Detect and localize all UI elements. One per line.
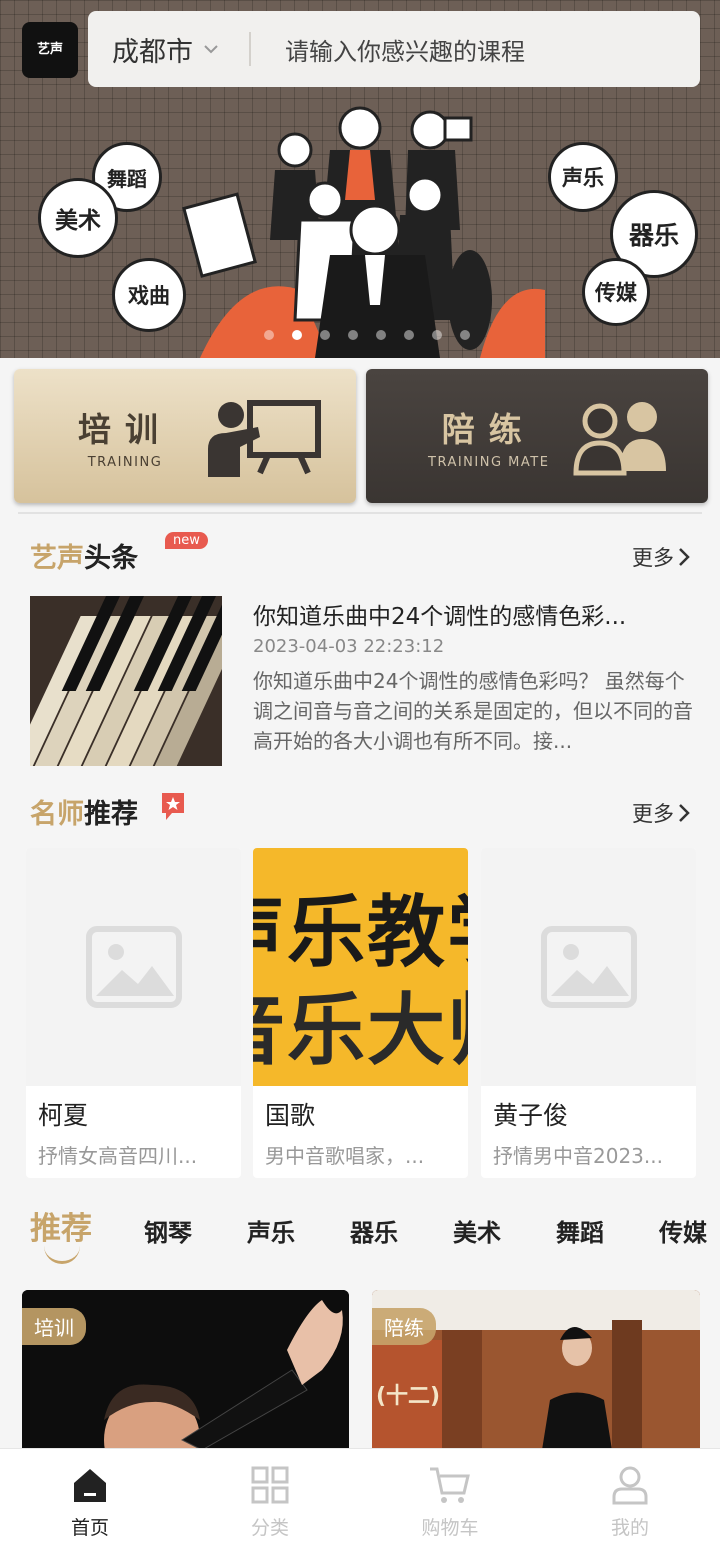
recommend-card[interactable]: 培训 — [22, 1290, 349, 1450]
tab-cart[interactable]: 购物车 — [360, 1449, 540, 1550]
tab-me[interactable]: 我的 — [540, 1449, 720, 1550]
piano-keys-image — [30, 596, 222, 766]
teacher-card[interactable]: 声乐教学 音乐大师 国歌 男中音歌唱家，... — [253, 848, 468, 1178]
headline-more-link[interactable]: 更多 — [632, 542, 690, 572]
tab-category-label: 分类 — [250, 1517, 289, 1539]
banner-carousel[interactable]: 艺声 成都市 请输入你感兴趣的课程 舞蹈 美术 戏曲 声乐 器乐 传媒 — [0, 0, 720, 358]
chevron-right-icon — [679, 804, 690, 822]
bubble-opera: 戏曲 — [112, 258, 186, 332]
star-badge-icon — [162, 793, 184, 820]
bubble-instrument-label: 器乐 — [628, 221, 679, 250]
carousel-dot[interactable] — [404, 330, 414, 340]
mate-subtitle: TRAINING MATE — [428, 454, 550, 470]
carousel-dot[interactable] — [432, 330, 442, 340]
training-entry-button[interactable]: 培训 TRAINING — [14, 369, 356, 503]
teachers-section-title: 名师推荐 — [30, 792, 138, 831]
tab-piano[interactable]: 钢琴 — [144, 1213, 192, 1248]
poster-line2: 音乐大师 — [253, 986, 468, 1076]
tab-cart-label: 购物车 — [421, 1517, 479, 1539]
tab-home-label: 首页 — [70, 1517, 109, 1539]
teacher-poster: 声乐教学 音乐大师 — [253, 848, 468, 1086]
bubble-opera-label: 戏曲 — [128, 284, 170, 308]
tab-media[interactable]: 传媒 — [659, 1213, 707, 1248]
carousel-dot[interactable] — [264, 330, 274, 340]
category-icon — [251, 1466, 289, 1504]
tab-dance[interactable]: 舞蹈 — [556, 1213, 604, 1248]
bubble-art-label: 美术 — [55, 208, 101, 234]
card-tag: 陪练 — [372, 1308, 436, 1345]
carousel-dot[interactable] — [460, 330, 470, 340]
training-mate-entry-button[interactable]: 陪练 TRAINING MATE — [366, 369, 708, 503]
banner-illustration — [182, 106, 545, 358]
section-divider — [18, 512, 702, 514]
headline-title-rest: 头条 — [84, 543, 138, 574]
teacher-name: 国歌 — [265, 1101, 316, 1130]
teacher-desc: 男中音歌唱家，... — [265, 1144, 425, 1168]
tab-recommend[interactable]: 推荐 — [30, 1203, 92, 1248]
app-logo: 艺声 — [22, 22, 78, 78]
teacher-desc: 抒情男中音2023... — [493, 1144, 663, 1168]
logo-text: 艺声 — [36, 42, 63, 57]
category-tabs: 推荐 钢琴 声乐 器乐 美术 舞蹈 传媒 — [30, 1203, 720, 1248]
news-title[interactable]: 你知道乐曲中24个调性的感情色彩... — [253, 597, 683, 631]
tab-me-label: 我的 — [610, 1517, 649, 1539]
active-tab-indicator — [44, 1246, 80, 1264]
user-icon — [612, 1466, 648, 1505]
search-input[interactable]: 请输入你感兴趣的课程 — [285, 32, 525, 67]
headline-section-title: 艺声头条 — [30, 536, 138, 575]
chevron-right-icon — [679, 548, 690, 566]
headline-more-label: 更多 — [632, 546, 674, 570]
carousel-indicator — [264, 330, 470, 340]
carousel-dot[interactable] — [376, 330, 386, 340]
recommend-card[interactable]: (十二) 陪练 — [372, 1290, 700, 1450]
tab-vocal[interactable]: 声乐 — [247, 1213, 295, 1248]
tab-home[interactable]: 首页 — [0, 1449, 180, 1550]
image-placeholder — [26, 848, 241, 1086]
tab-category[interactable]: 分类 — [180, 1449, 360, 1550]
teachers-more-label: 更多 — [632, 802, 674, 826]
bottom-tab-bar: 首页 分类 购物车 我的 — [0, 1448, 720, 1550]
teachers-title-accent: 名师 — [30, 799, 84, 830]
poster-line1: 声乐教学 — [253, 888, 468, 978]
tab-instrument[interactable]: 器乐 — [350, 1213, 398, 1248]
image-placeholder-icon — [85, 926, 182, 1008]
teacher-board-icon — [208, 400, 321, 477]
headline-title-accent: 艺声 — [30, 543, 84, 574]
search-divider — [249, 32, 251, 66]
city-selector[interactable]: 成都市 — [112, 30, 193, 69]
image-placeholder-icon — [540, 926, 637, 1008]
teachers-more-link[interactable]: 更多 — [632, 798, 690, 828]
teacher-name: 黄子俊 — [493, 1101, 569, 1130]
news-summary: 你知道乐曲中24个调性的感情色彩吗？ 虽然每个调之间音与音之间的关系是固定的，但… — [253, 669, 693, 753]
search-bar[interactable]: 成都市 请输入你感兴趣的课程 — [88, 11, 700, 87]
news-date: 2023-04-03 22:23:12 — [253, 636, 445, 657]
teachers-title-rest: 推荐 — [84, 799, 138, 830]
tab-art[interactable]: 美术 — [453, 1213, 501, 1248]
new-badge: new — [165, 532, 208, 549]
mate-title: 陪练 — [441, 409, 536, 449]
news-thumbnail[interactable] — [30, 596, 222, 766]
bubble-media: 传媒 — [582, 258, 650, 326]
bubble-art: 美术 — [38, 178, 118, 258]
users-icon — [573, 402, 666, 476]
home-icon — [74, 1469, 106, 1502]
cart-icon — [430, 1467, 470, 1503]
training-subtitle: TRAINING — [87, 454, 163, 470]
chevron-down-icon — [204, 45, 218, 54]
teacher-name: 柯夏 — [38, 1101, 89, 1130]
teacher-desc: 抒情女高音四川... — [38, 1144, 198, 1168]
carousel-dot[interactable] — [292, 330, 302, 340]
image-placeholder — [481, 848, 696, 1086]
bubble-media-label: 传媒 — [595, 281, 637, 305]
teacher-card[interactable]: 柯夏 抒情女高音四川... — [26, 848, 241, 1178]
carousel-dot[interactable] — [320, 330, 330, 340]
bubble-dance-label: 舞蹈 — [107, 166, 147, 191]
training-title: 培训 — [78, 409, 172, 449]
card-tag: 培训 — [22, 1308, 86, 1345]
bubble-vocal: 声乐 — [548, 142, 618, 212]
bubble-vocal-label: 声乐 — [562, 166, 604, 190]
carousel-dot[interactable] — [348, 330, 358, 340]
banner-text: (十二) — [376, 1384, 441, 1409]
teacher-card[interactable]: 黄子俊 抒情男中音2023... — [481, 848, 696, 1178]
